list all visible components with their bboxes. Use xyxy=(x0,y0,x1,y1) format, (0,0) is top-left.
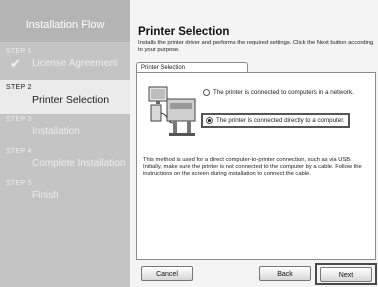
page-subtitle: Installs the printer driver and performs… xyxy=(138,40,374,53)
computer-printer-illustration-icon xyxy=(148,86,196,136)
step-label: Printer Selection xyxy=(32,94,110,106)
option-label: The printer is connected directly to a c… xyxy=(216,117,345,125)
sidebar-step-4: STEP 4 Complete Installation xyxy=(0,148,130,178)
option-description: This method is used for a direct compute… xyxy=(143,157,362,178)
next-button[interactable]: Next xyxy=(320,267,372,282)
page-title: Printer Selection xyxy=(138,26,230,38)
sidebar-step-5: STEP 5 Finish xyxy=(0,180,130,210)
network-connection-option[interactable]: The printer is connected to computers in… xyxy=(203,89,354,96)
step-number: STEP 4 xyxy=(6,148,32,155)
option-label: The printer is connected to computers in… xyxy=(213,89,354,97)
cancel-button[interactable]: Cancel xyxy=(141,266,193,281)
radio-button[interactable] xyxy=(203,89,210,96)
step-number: STEP 3 xyxy=(6,116,32,123)
sidebar-step-1: STEP 1 ✔ License Agreement xyxy=(0,48,130,78)
main-content: Printer Selection Installs the printer d… xyxy=(130,0,378,287)
step-label: Complete Installation xyxy=(32,158,126,169)
sidebar-header: Installation Flow xyxy=(0,0,130,42)
step-number: STEP 5 xyxy=(6,180,32,187)
selection-panel: The printer is connected to computers in… xyxy=(136,72,376,260)
step-number: STEP 1 xyxy=(6,48,32,55)
direct-connection-option[interactable]: The printer is connected directly to a c… xyxy=(201,113,350,129)
step-label: Finish xyxy=(32,190,59,201)
sidebar-step-3: STEP 3 Installation xyxy=(0,116,130,146)
radio-button-selected[interactable] xyxy=(206,117,213,124)
sidebar-step-2: STEP 2 Printer Selection xyxy=(0,80,130,114)
step-label: Installation xyxy=(32,126,80,137)
sidebar: Installation Flow STEP 1 ✔ License Agree… xyxy=(0,0,130,287)
checkmark-icon: ✔ xyxy=(10,56,21,71)
step-label: License Agreement xyxy=(32,58,118,69)
back-button[interactable]: Back xyxy=(259,266,311,281)
step-number: STEP 2 xyxy=(6,84,32,91)
next-button-highlight: Next xyxy=(315,263,377,285)
installer-window: Installation Flow STEP 1 ✔ License Agree… xyxy=(0,0,378,287)
